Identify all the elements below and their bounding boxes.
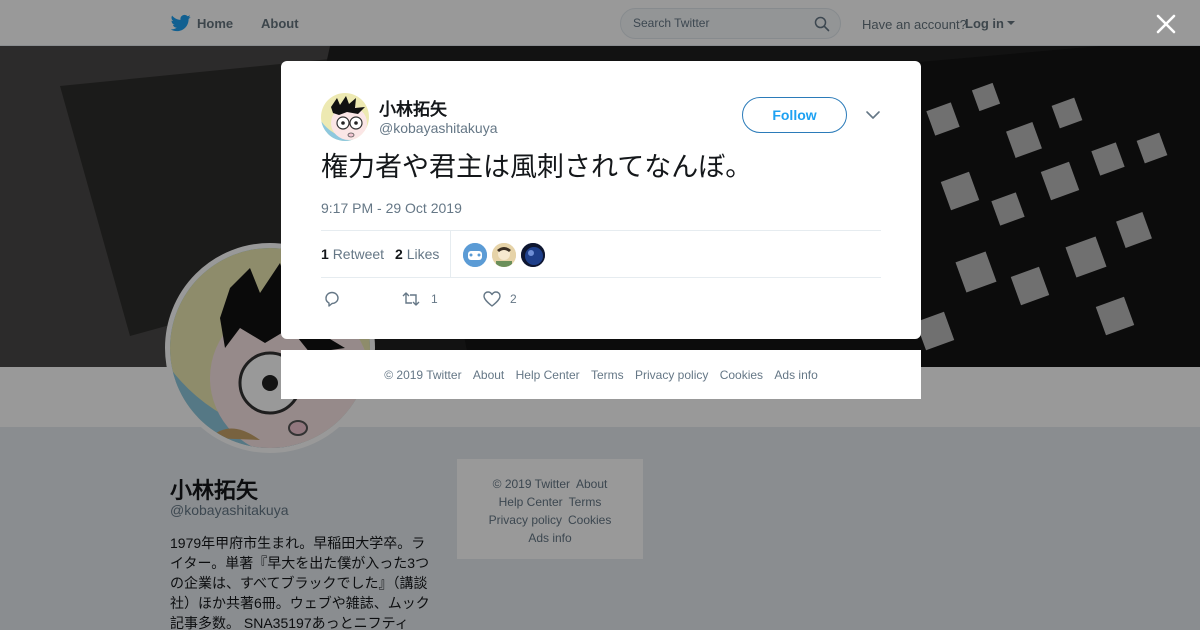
- footer-terms-link[interactable]: Terms: [591, 368, 624, 382]
- follow-button[interactable]: Follow: [742, 97, 847, 133]
- liker-avatar[interactable]: [463, 243, 487, 267]
- footer-help-link[interactable]: Help Center: [516, 368, 580, 382]
- like-action-count: 2: [510, 292, 517, 306]
- footer-cookies-link[interactable]: Cookies: [720, 368, 763, 382]
- close-icon[interactable]: [1155, 13, 1177, 35]
- retweet-action-count: 1: [431, 292, 438, 306]
- tweet-actions: 1 2: [321, 289, 621, 309]
- chevron-down-icon[interactable]: [865, 109, 881, 121]
- likes-stat-label: Likes: [406, 246, 440, 262]
- likes-stat[interactable]: 2 Likes: [395, 246, 439, 262]
- footer-copyright: © 2019 Twitter: [384, 368, 462, 382]
- tweet-author-avatar[interactable]: [321, 93, 369, 141]
- retweet-stat[interactable]: 1 Retweet: [321, 246, 384, 262]
- retweet-icon[interactable]: [402, 290, 420, 308]
- tweet-stats: 1 Retweet 2 Likes: [321, 230, 881, 278]
- tweet-timestamp[interactable]: 9:17 PM - 29 Oct 2019: [321, 200, 462, 216]
- tweet-text: 権力者や君主は風刺されてなんぼ。: [321, 152, 753, 183]
- heart-icon[interactable]: [483, 290, 501, 308]
- retweet-count: 1: [321, 246, 329, 262]
- tweet-author-handle[interactable]: @kobayashitakuya: [379, 120, 498, 136]
- liker-avatar[interactable]: [492, 243, 516, 267]
- footer-about-link[interactable]: About: [473, 368, 504, 382]
- footer-ads-link[interactable]: Ads info: [774, 368, 817, 382]
- liker-avatar[interactable]: [521, 243, 545, 267]
- modal-footer: © 2019 Twitter About Help Center Terms P…: [281, 350, 921, 399]
- stats-divider: [450, 231, 451, 277]
- tweet-author-name[interactable]: 小林拓矢: [379, 95, 447, 120]
- reply-icon[interactable]: [323, 290, 341, 308]
- tweet-modal: 小林拓矢 @kobayashitakuya Follow 権力者や君主は風刺され…: [281, 61, 921, 339]
- footer-privacy-link[interactable]: Privacy policy: [635, 368, 708, 382]
- likes-count: 2: [395, 246, 403, 262]
- retweet-stat-label: Retweet: [332, 246, 385, 262]
